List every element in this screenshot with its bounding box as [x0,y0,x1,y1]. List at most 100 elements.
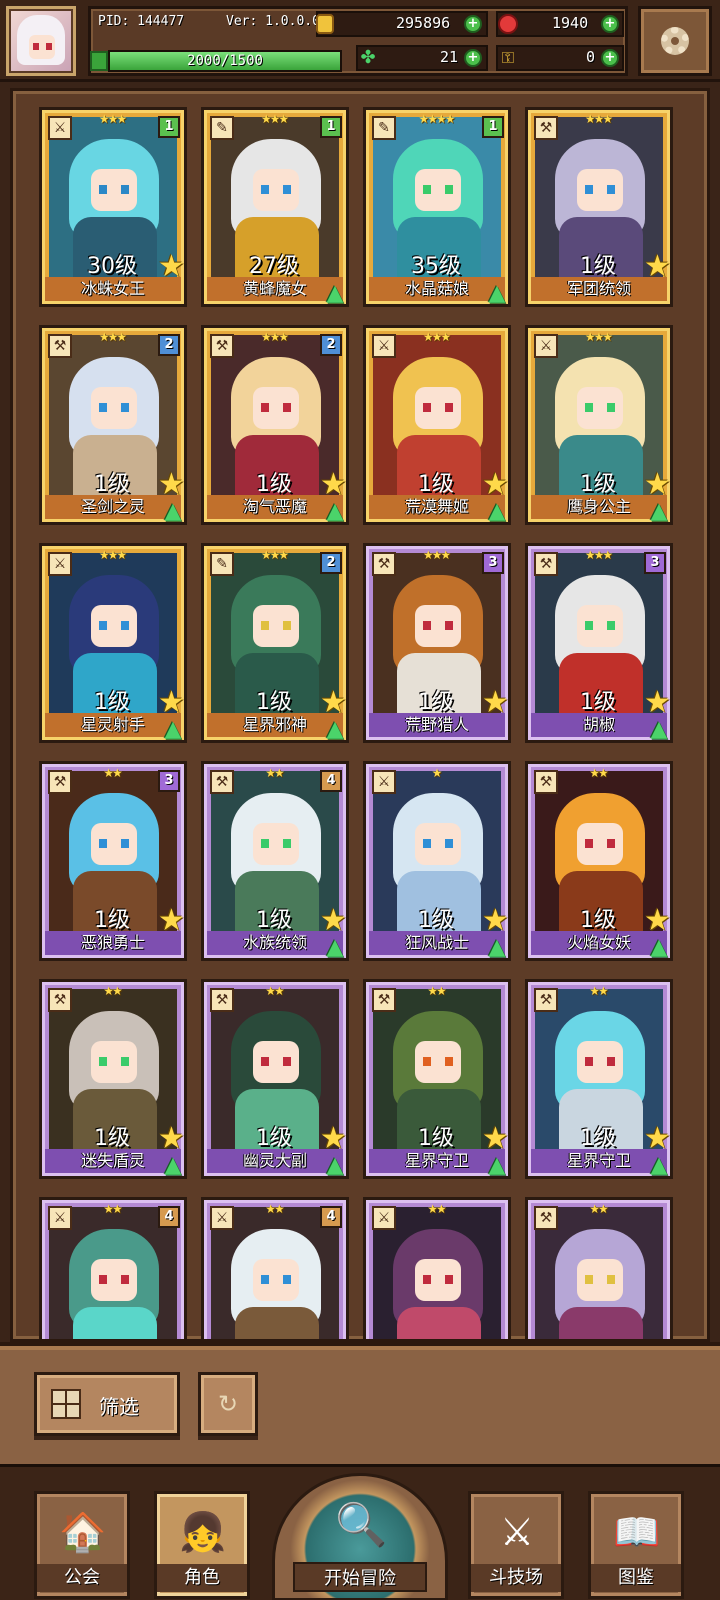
nav-guild[interactable]: 🏠 公会 [34,1491,130,1599]
star-icon: ★ [482,467,509,502]
star-icon: ★ [482,903,509,938]
hero-card[interactable]: ★★★ ⚔ 1 30级 冰蛛女王 ★ [39,107,187,307]
reset-filter-button[interactable]: ↻ [198,1372,258,1436]
hero-card[interactable]: ★★★★ ✎ 1 35级 水晶菇娘 ▲ [363,107,511,307]
refresh-icon: ↻ [217,1390,239,1418]
hero-card[interactable]: ★★★ ⚒ 2 1级 淘气恶魔 ★ ▲ [201,325,349,525]
star-icon: ★ [158,249,185,284]
nav-heroes-label: 角色 [157,1564,247,1592]
hero-level: 35级 [411,254,461,279]
axe-class-icon: ⚒ [48,334,72,358]
gold-coin-icon [316,14,334,34]
star-icon: ★ [158,903,185,938]
star-icon: ★ [482,685,509,720]
key-icon: ⚿ [501,48,515,67]
hero-card[interactable]: ★★★ ✎ 2 1级 星界邪神 ★ ▲ [201,543,349,743]
add-clover-plus-icon[interactable]: + [464,49,482,67]
hero-card[interactable]: ★★ ⚒ 1级 迷失盾灵 ★ ▲ [39,979,187,1179]
grid-icon [51,1389,81,1419]
sword-class-icon: ⚔ [372,334,396,358]
tier-badge: 3 [482,552,504,574]
key-amount: 0 [586,48,596,66]
sword-class-icon: ⚔ [48,552,72,576]
hero-face-icon: 👧 [179,1510,227,1554]
axe-class-icon: ⚒ [534,1206,558,1230]
tier-badge: 1 [320,116,342,138]
nav-start-adventure[interactable]: 🔍 开始冒险 [272,1473,448,1600]
upgrade-arrow-icon: ▲ [326,1153,344,1178]
nav-codex[interactable]: 📖 图鉴 [588,1491,684,1599]
hero-card[interactable]: ★★ ⚔ 4 [39,1197,187,1339]
star-icon: ★ [158,467,185,502]
gear-icon [661,27,689,55]
hero-card[interactable]: ★★★ ⚒ 3 1级 荒野猎人 ★ [363,543,511,743]
tier-badge: 3 [158,770,180,792]
star-icon: ★ [644,1121,671,1156]
hero-card[interactable]: ★★⚔★ [363,1197,511,1339]
axe-class-icon: ⚒ [210,988,234,1012]
player-avatar[interactable] [6,6,76,76]
nav-arena[interactable]: ⚔ 斗技场 [468,1491,564,1599]
hero-card[interactable]: ★ ⚔ 1级 狂风战士 ★ ▲ [363,761,511,961]
axe-class-icon: ⚒ [210,334,234,358]
guild-house-icon: 🏠 [59,1510,107,1554]
magnifier-icon: 🔍 [335,1500,388,1549]
hero-card[interactable]: ★★★ ⚒ 3 1级 胡椒 ★ ▲ [525,543,673,743]
hero-card[interactable]: ★★⚒★ [525,1197,673,1339]
hero-card[interactable]: ★★★ ✎ 1 27级 黄蜂魔女 ▲ [201,107,349,307]
hero-card[interactable]: ★★ ⚒ 3 1级 恶狼勇士 ★ [39,761,187,961]
hero-card[interactable]: ★★★ ⚔ 1级 鹰身公主 ★ ▲ [525,325,673,525]
energy-battery-icon [90,51,108,71]
upgrade-arrow-icon: ▲ [326,935,344,960]
upgrade-arrow-icon: ▲ [164,1153,182,1178]
settings-button[interactable] [638,6,712,76]
filter-button[interactable]: 筛选 [34,1372,180,1436]
upgrade-arrow-icon: ▲ [650,717,668,742]
hero-card[interactable]: ★★★ ⚔ 1级 星灵射手 ★ ▲ [39,543,187,743]
hero-card[interactable]: ★★ ⚒ 1级 星界守卫 ★ ▲ [363,979,511,1179]
hero-card[interactable]: ★★ ⚒ 4 1级 水族统领 ★ ▲ [201,761,349,961]
hero-card[interactable]: ★★★ ⚔ 1级 荒漠舞姬 ★ ▲ [363,325,511,525]
upgrade-arrow-icon: ▲ [164,499,182,524]
energy-bar: 2000/1500 [108,50,342,72]
axe-class-icon: ⚒ [534,552,558,576]
gold-amount: 295896 [396,14,451,32]
axe-class-icon: ⚒ [372,988,396,1012]
tier-badge: 2 [320,334,342,356]
hero-grid[interactable]: ★★★ ⚔ 1 30级 冰蛛女王 ★ ★★★ ✎ 1 27级 黄蜂魔女 ▲ ★★★★ ✎ 1 35级 水晶菇娘 ▲… [10,88,710,1342]
filter-label: 筛选 [99,1395,139,1419]
filter-bar: 筛选 ↻ [0,1342,720,1464]
hero-card[interactable]: ★★★ ⚒ 2 1级 圣剑之灵 ★ ▲ [39,325,187,525]
player-id: PID: 144477 [98,14,185,29]
tier-badge: 1 [482,116,504,138]
star-icon: ★ [644,249,671,284]
axe-class-icon: ⚒ [210,770,234,794]
add-gold-plus-icon[interactable]: + [464,15,482,33]
sword-class-icon: ⚔ [48,116,72,140]
book-icon: 📖 [613,1510,661,1554]
upgrade-arrow-icon: ▲ [326,499,344,524]
gem-amount: 1940 [552,14,589,32]
hero-card[interactable]: ★★★ ⚒ 1级 军团统领 ★ [525,107,673,307]
hero-card[interactable]: ★★⚔4★ [201,1197,349,1339]
hero-card[interactable]: ★★ ⚒ 1级 星界守卫 ★ ▲ [525,979,673,1179]
hero-card[interactable]: ★★ ⚒ 1级 火焰女妖 ★ ▲ [525,761,673,961]
axe-class-icon: ⚒ [534,988,558,1012]
energy-text: 2000/1500 [187,53,263,69]
top-bar: PID: 144477 Ver: 1.0.0.0 295896 + 1940 +… [0,0,720,82]
upgrade-arrow-icon: ▲ [488,1153,506,1178]
sword-class-icon: ⚔ [372,770,396,794]
add-gems-plus-icon[interactable]: + [601,15,619,33]
game-version: Ver: 1.0.0.0 [226,14,320,29]
axe-class-icon: ⚒ [48,988,72,1012]
tier-badge: 4 [320,1206,342,1228]
staff-class-icon: ✎ [210,552,234,576]
hero-level: 27级 [249,254,299,279]
add-keys-plus-icon[interactable]: + [601,49,619,67]
nav-heroes[interactable]: 👧 角色 [154,1491,250,1599]
ruby-gem-icon [498,14,518,34]
star-icon: ★ [158,685,185,720]
tier-badge: 4 [158,1206,180,1228]
hero-card[interactable]: ★★ ⚒ 1级 幽灵大副 ★ ▲ [201,979,349,1179]
upgrade-arrow-icon: ▲ [488,935,506,960]
